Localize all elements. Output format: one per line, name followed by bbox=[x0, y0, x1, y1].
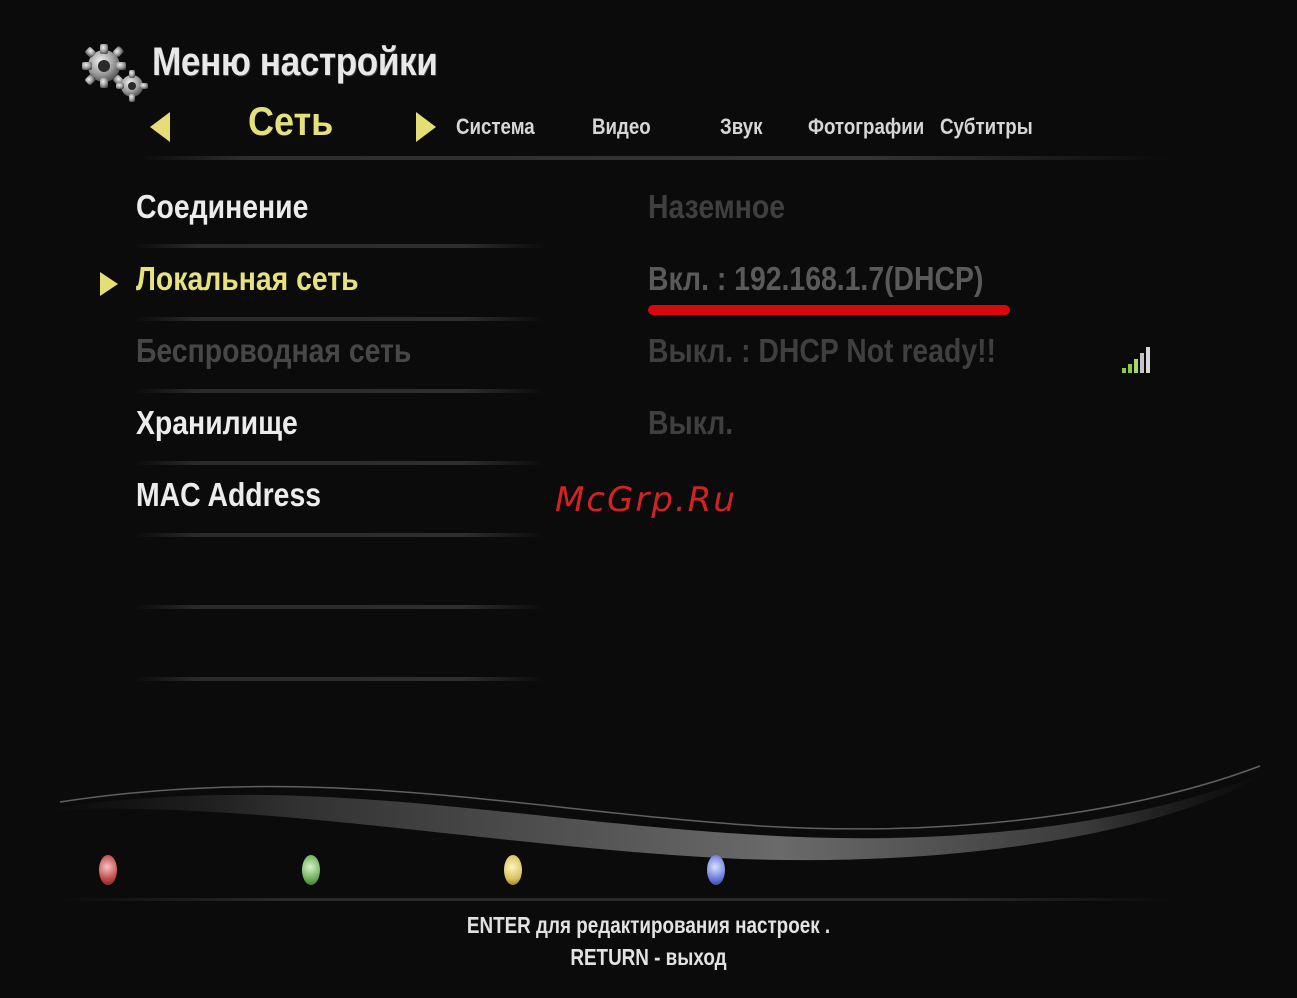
setting-value-wireless: Выкл. : DHCP Not ready!! bbox=[648, 332, 997, 369]
tab-sound[interactable]: Звук bbox=[720, 114, 763, 140]
setting-value-storage: Выкл. bbox=[648, 404, 734, 441]
page-title: Меню настройки bbox=[152, 40, 438, 84]
tab-video[interactable]: Видео bbox=[592, 114, 651, 140]
triangle-right-icon bbox=[100, 272, 118, 296]
setting-label-wireless[interactable]: Беспроводная сеть bbox=[136, 332, 411, 370]
hint-return: RETURN - выход bbox=[570, 944, 727, 970]
setting-label-mac-address[interactable]: MAC Address bbox=[136, 476, 321, 514]
decorative-swoosh bbox=[40, 765, 1270, 861]
watermark: McGrp.Ru bbox=[555, 480, 737, 520]
setting-value-connection: Наземное bbox=[648, 188, 786, 225]
green-button[interactable] bbox=[302, 855, 320, 885]
hint-enter: ENTER для редактирования настроек . bbox=[466, 912, 831, 938]
tab-system[interactable]: Система bbox=[456, 114, 535, 140]
row-divider bbox=[135, 533, 545, 537]
row-divider bbox=[135, 244, 545, 248]
setting-label-storage[interactable]: Хранилище bbox=[136, 404, 298, 442]
tabs-divider bbox=[140, 156, 1170, 160]
setting-value-lan: Вкл. : 192.168.1.7(DHCP) bbox=[648, 260, 984, 297]
row-divider bbox=[135, 677, 545, 681]
blue-button[interactable] bbox=[707, 855, 725, 885]
tab-network[interactable]: Сеть bbox=[248, 100, 333, 145]
highlight-underline bbox=[648, 305, 1010, 315]
row-divider bbox=[135, 605, 545, 609]
row-divider bbox=[135, 317, 545, 321]
setting-label-connection[interactable]: Соединение bbox=[136, 188, 308, 226]
yellow-button[interactable] bbox=[504, 855, 522, 885]
red-button[interactable] bbox=[99, 855, 117, 885]
gear-icon bbox=[82, 44, 148, 102]
row-divider bbox=[135, 461, 545, 465]
signal-bars-icon bbox=[1122, 347, 1150, 373]
tab-photos[interactable]: Фотографии bbox=[808, 114, 924, 140]
setting-label-lan[interactable]: Локальная сеть bbox=[136, 260, 359, 298]
tab-subtitles[interactable]: Субтитры bbox=[940, 114, 1033, 140]
triangle-left-icon[interactable] bbox=[148, 110, 172, 144]
footer-divider bbox=[60, 898, 1170, 901]
triangle-right-icon[interactable] bbox=[414, 110, 438, 144]
row-divider bbox=[135, 389, 545, 393]
